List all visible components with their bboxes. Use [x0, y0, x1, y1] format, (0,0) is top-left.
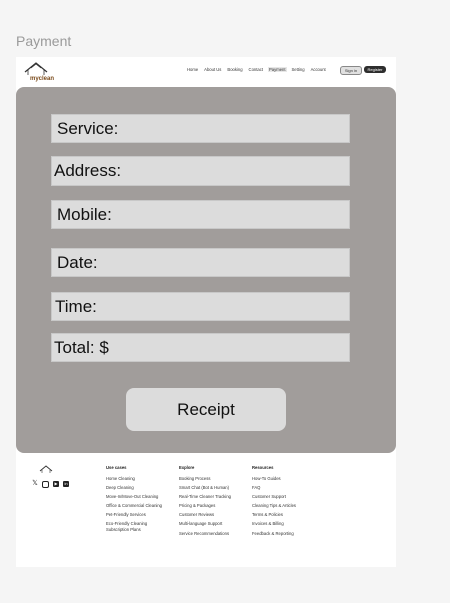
- frame-label: Payment: [16, 33, 72, 49]
- date-field[interactable]: Date:: [51, 248, 350, 277]
- footer-column-title: Resources: [252, 465, 274, 470]
- footer-link[interactable]: Deep Cleaning: [106, 486, 162, 491]
- footer-link[interactable]: Subscription Plans: [106, 527, 162, 533]
- nav-payment[interactable]: Payment: [267, 67, 287, 72]
- nav-contact[interactable]: Contact: [248, 67, 264, 72]
- instagram-icon[interactable]: [42, 481, 49, 488]
- mobile-field[interactable]: Mobile:: [51, 200, 350, 229]
- footer-link[interactable]: Cleaning Tips & Articles: [252, 504, 296, 509]
- service-field[interactable]: Service:: [51, 114, 350, 143]
- footer-column-title: Explore: [179, 465, 195, 470]
- footer-link[interactable]: Multi-language Support: [179, 522, 231, 527]
- footer-column-title: Use cases: [106, 465, 127, 470]
- footer-link[interactable]: How-To Guides: [252, 476, 296, 482]
- payment-panel: Service: Address: Mobile: Date: Time: To…: [16, 87, 396, 453]
- linkedin-icon[interactable]: in: [63, 481, 69, 487]
- footer-link[interactable]: Office & Commercial Cleaning: [106, 504, 162, 509]
- footer-link[interactable]: Feedback & Reporting: [252, 531, 296, 537]
- footer-link[interactable]: Customer Support: [252, 495, 296, 500]
- nav-about[interactable]: About Us: [203, 67, 222, 72]
- mobile-label: Mobile:: [57, 204, 112, 224]
- footer-link[interactable]: Smart Chat (Bot & Human): [179, 486, 231, 491]
- footer-link[interactable]: Customer Reviews: [179, 513, 231, 518]
- footer-link[interactable]: Booking Process: [179, 476, 231, 482]
- time-label: Time:: [55, 296, 97, 316]
- address-field[interactable]: Address:: [51, 156, 350, 186]
- logo[interactable]: myclean: [21, 60, 55, 82]
- date-label: Date:: [57, 252, 98, 272]
- service-label: Service:: [57, 118, 119, 138]
- logo-text: myclean: [30, 76, 55, 82]
- total-field[interactable]: Total: $: [51, 333, 350, 362]
- navbar: myclean Home About Us Booking Contact Pa…: [16, 57, 396, 85]
- total-label: Total: $: [54, 337, 109, 357]
- register-button[interactable]: Register: [364, 66, 386, 73]
- receipt-button[interactable]: Receipt: [126, 388, 286, 431]
- nav-account[interactable]: Account: [310, 67, 327, 72]
- x-icon[interactable]: 𝕏: [32, 480, 38, 487]
- footer: 𝕏 ▶ in Use cases Home Cleaning Deep Clea…: [16, 459, 396, 567]
- time-field[interactable]: Time:: [51, 292, 350, 321]
- footer-link[interactable]: Terms & Policies: [252, 513, 296, 518]
- nav-links: Home About Us Booking Contact Payment Se…: [186, 67, 327, 72]
- footer-column-explore: Explore Booking Process Smart Chat (Bot …: [179, 465, 231, 541]
- footer-link[interactable]: Invoices & Billing: [252, 522, 296, 527]
- nav-booking[interactable]: Booking: [226, 67, 243, 72]
- youtube-icon[interactable]: ▶: [53, 481, 59, 487]
- social-links: 𝕏 ▶ in: [32, 480, 69, 488]
- footer-link[interactable]: Pricing & Packages: [179, 504, 231, 509]
- nav-setting[interactable]: Setting: [291, 67, 306, 72]
- footer-house-logo-icon[interactable]: [38, 464, 54, 474]
- footer-link[interactable]: Move-In/Move-Out Cleaning: [106, 495, 162, 500]
- payment-page: myclean Home About Us Booking Contact Pa…: [16, 57, 396, 567]
- address-label: Address:: [54, 161, 122, 180]
- signin-button[interactable]: Sign in: [340, 66, 362, 75]
- footer-link[interactable]: Service Recommendations: [179, 531, 231, 537]
- footer-link[interactable]: FAQ: [252, 486, 296, 491]
- footer-link[interactable]: Pet-Friendly Services: [106, 513, 162, 518]
- footer-column-resources: Resources How-To Guides FAQ Customer Sup…: [252, 465, 296, 541]
- footer-link[interactable]: Real-Time Cleaner Tracking: [179, 495, 231, 500]
- footer-column-use-cases: Use cases Home Cleaning Deep Cleaning Mo…: [106, 465, 162, 537]
- footer-link[interactable]: Home Cleaning: [106, 476, 162, 482]
- nav-home[interactable]: Home: [186, 67, 199, 72]
